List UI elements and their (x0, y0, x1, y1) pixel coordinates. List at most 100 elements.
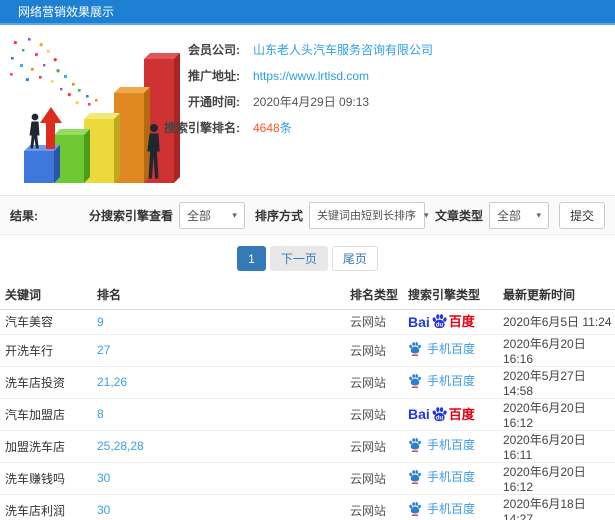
rank-link[interactable]: 25,28,28 (97, 439, 144, 453)
table-row: 洗车店投资 21,26 云网站 手机百度 2020年5月27日 14:58 (0, 366, 615, 399)
table-body: 汽车美容 9 云网站 Bai du 百度 2020年6月5日 11:24 开洗车… (0, 309, 615, 520)
result-label: 结果: (10, 208, 38, 223)
sort-filter-select[interactable]: 关键词由短到长排序 ▾ (308, 201, 429, 229)
rank-link[interactable]: 8 (97, 407, 104, 421)
info-row-rank-count: 搜索引擎排名: 4648条 (140, 115, 610, 141)
submit-button[interactable]: 提交 (558, 201, 605, 229)
baidu-mobile-paw-icon (408, 469, 422, 484)
baidu-cn-text: 百度 (448, 406, 475, 422)
baidu-mobile-paw-icon (408, 341, 422, 356)
promotion-url-link[interactable]: https://www.lrtlsd.com (253, 63, 369, 89)
baidu-mobile-logo: 手机百度 (408, 469, 475, 484)
engine-type-cell: 手机百度 (408, 462, 503, 495)
pagination: 1 下一页 尾页 (0, 235, 615, 281)
company-link[interactable]: 山东老人头汽车服务咨询有限公司 (253, 37, 433, 63)
chevron-down-icon: ▾ (232, 209, 237, 220)
rank-count-label: 搜索引擎排名: (164, 121, 240, 135)
engine-filter-select[interactable]: 全部 ▾ (178, 201, 245, 229)
header-engine-type: 搜索引擎类型 (408, 281, 503, 310)
keyword-cell: 洗车店投资 (0, 366, 97, 399)
baidu-paw-icon: du (432, 314, 447, 328)
article-type-filter-value: 全部 (496, 208, 521, 223)
baidu-mobile-text: 手机百度 (427, 341, 476, 356)
chevron-down-icon: ▾ (536, 209, 541, 220)
engine-filter-label: 分搜索引擎查看 (88, 208, 173, 223)
ranking-table: 关键词 排名 排名类型 搜索引擎类型 最新更新时间 汽车美容 9 云网站 Bai… (0, 281, 615, 520)
table-row: 汽车加盟店 8 云网站 Bai du 百度 2020年6月20日 16:12 (0, 398, 615, 431)
baidu-pc-logo: Bai du 百度 (408, 406, 475, 423)
table-row: 开洗车行 27 云网站 手机百度 2020年6月20日 16:16 (0, 334, 615, 367)
rank-type-cell: 云网站 (350, 366, 408, 399)
sort-filter-label: 排序方式 (254, 208, 303, 223)
info-row-company: 会员公司: 山东老人头汽车服务咨询有限公司 (140, 37, 610, 63)
sort-filter-value: 关键词由短到长排序 (316, 210, 416, 222)
keyword-cell: 汽车美容 (0, 309, 97, 335)
person-on-bar-silhouette (29, 113, 40, 149)
baidu-pc-logo: Bai du 百度 (408, 313, 475, 330)
rank-type-cell: 云网站 (350, 430, 408, 463)
baidu-mobile-text: 手机百度 (427, 469, 476, 484)
baidu-bai-text: Bai (408, 406, 430, 422)
keyword-cell: 汽车加盟店 (0, 398, 97, 431)
keyword-cell: 洗车赚钱吗 (0, 462, 97, 495)
page-button-last[interactable]: 尾页 (331, 245, 378, 271)
update-time-cell: 2020年6月20日 16:12 (503, 462, 615, 495)
page-title: 网络营销效果展示 (18, 5, 115, 19)
baidu-cn-text: 百度 (448, 314, 475, 329)
rank-type-cell: 云网站 (350, 494, 408, 520)
rank-type-cell: 云网站 (350, 334, 408, 367)
update-time-cell: 2020年6月20日 16:12 (503, 398, 615, 431)
rank-link[interactable]: 30 (97, 471, 110, 485)
baidu-mobile-text: 手机百度 (427, 373, 476, 388)
update-time-cell: 2020年5月27日 14:58 (503, 366, 615, 399)
rank-link[interactable]: 9 (97, 315, 104, 329)
member-info-rows: 会员公司: 山东老人头汽车服务咨询有限公司 推广地址: https://www.… (140, 37, 610, 141)
article-type-filter-label: 文章类型 (434, 208, 483, 223)
update-time-cell: 2020年6月5日 11:24 (503, 309, 615, 335)
rank-link[interactable]: 30 (97, 503, 110, 517)
baidu-mobile-text: 手机百度 (427, 437, 476, 452)
baidu-mobile-logo: 手机百度 (408, 373, 475, 388)
rank-count-suffix: 条 (279, 121, 292, 135)
table-row: 洗车店利润 30 云网站 手机百度 2020年6月18日 14:27 (0, 494, 615, 520)
engine-type-cell: 手机百度 (408, 334, 503, 367)
table-header-row: 关键词 排名 排名类型 搜索引擎类型 最新更新时间 (0, 281, 615, 310)
rank-count-number: 4648 (253, 121, 280, 135)
rank-type-cell: 云网站 (350, 462, 408, 495)
table-row: 汽车美容 9 云网站 Bai du 百度 2020年6月5日 11:24 (0, 309, 615, 335)
rank-link[interactable]: 27 (97, 343, 110, 357)
promotion-url-label: 推广地址: (188, 69, 240, 83)
keyword-cell: 加盟洗车店 (0, 430, 97, 463)
svg-text:du: du (436, 322, 444, 328)
baidu-mobile-logo: 手机百度 (408, 501, 475, 516)
update-time-cell: 2020年6月20日 16:11 (503, 430, 615, 463)
engine-type-cell: 手机百度 (408, 430, 503, 463)
table-row: 洗车赚钱吗 30 云网站 手机百度 2020年6月20日 16:12 (0, 462, 615, 495)
page-button-current[interactable]: 1 (237, 245, 266, 271)
keyword-cell: 洗车店利润 (0, 494, 97, 520)
baidu-mobile-paw-icon (408, 373, 422, 388)
rank-type-cell: 云网站 (350, 309, 408, 335)
confetti-dots (10, 38, 98, 106)
page-title-bar: 网络营销效果展示 (0, 0, 615, 25)
engine-type-cell: Bai du 百度 (408, 398, 503, 431)
company-label: 会员公司: (188, 43, 240, 57)
baidu-mobile-logo: 手机百度 (408, 341, 475, 356)
baidu-bai-text: Bai (408, 313, 430, 330)
filter-bar: 结果: 分搜索引擎查看 全部 ▾ 排序方式 关键词由短到长排序 ▾ 文章类型 全… (0, 195, 615, 235)
chevron-down-icon: ▾ (423, 209, 429, 220)
engine-type-cell: Bai du 百度 (408, 309, 503, 335)
table-row: 加盟洗车店 25,28,28 云网站 手机百度 2020年6月20日 16:11 (0, 430, 615, 463)
page-button-next[interactable]: 下一页 (269, 245, 328, 271)
article-type-filter-select[interactable]: 全部 ▾ (488, 201, 549, 229)
baidu-mobile-logo: 手机百度 (408, 437, 475, 452)
baidu-paw-icon: du (432, 406, 447, 421)
update-time-cell: 2020年6月18日 14:27 (503, 494, 615, 520)
header-rank-type: 排名类型 (350, 281, 408, 310)
header-update-time: 最新更新时间 (503, 281, 615, 310)
member-info-section: 会员公司: 山东老人头汽车服务咨询有限公司 推广地址: https://www.… (0, 25, 615, 195)
baidu-mobile-text: 手机百度 (427, 501, 476, 516)
rank-link[interactable]: 21,26 (97, 375, 127, 389)
info-row-url: 推广地址: https://www.lrtlsd.com (140, 63, 610, 89)
engine-type-cell: 手机百度 (408, 366, 503, 399)
